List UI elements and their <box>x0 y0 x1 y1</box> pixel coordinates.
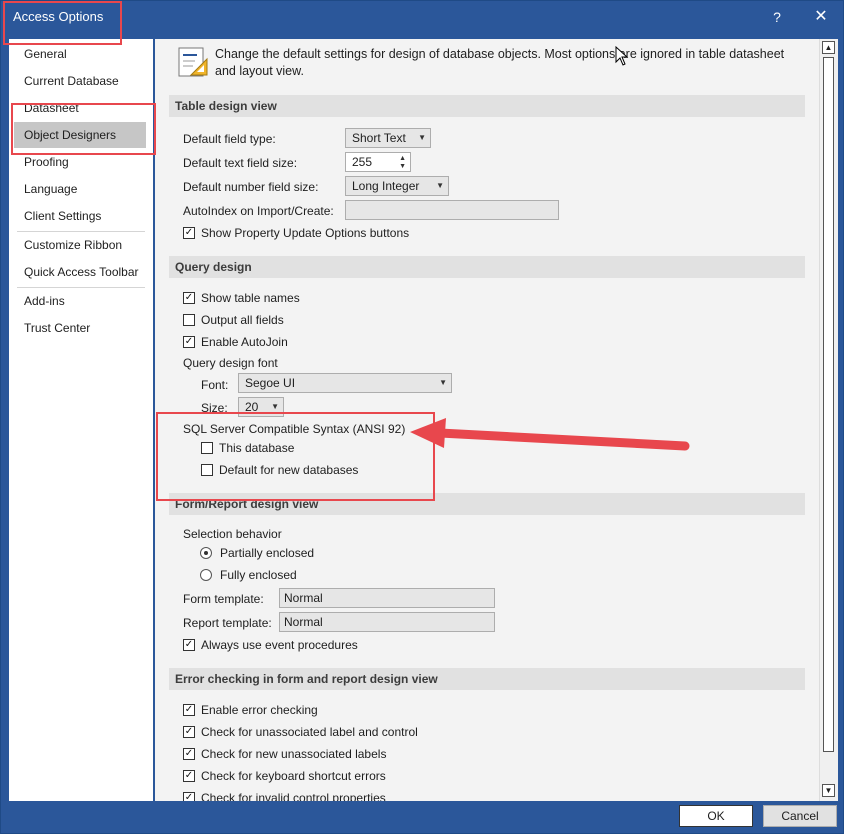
report-template-field[interactable]: Normal <box>279 612 495 632</box>
field-type-dropdown[interactable]: Short Text ▼ <box>345 128 431 148</box>
enable-autojoin-checkbox[interactable]: ✓ <box>183 336 195 348</box>
mouse-pointer-icon <box>615 45 629 66</box>
partially-enclosed-radio[interactable] <box>200 547 212 559</box>
autoindex-label: AutoIndex on Import/Create: <box>183 204 334 218</box>
form-template-label: Form template: <box>183 592 264 606</box>
section-header-error-checking: Error checking in form and report design… <box>169 668 805 690</box>
invalid-properties-checkbox[interactable]: ✓ <box>183 792 195 801</box>
sidebar-item-client-settings[interactable]: Client Settings <box>9 203 153 229</box>
field-type-value: Short Text <box>352 131 406 145</box>
number-size-label: Default number field size: <box>183 180 319 194</box>
selection-behavior-label: Selection behavior <box>183 527 282 541</box>
keyboard-shortcut-checkbox[interactable]: ✓ <box>183 770 195 782</box>
report-template-label: Report template: <box>183 616 272 630</box>
text-size-value: 255 <box>352 155 373 169</box>
fully-enclosed-label: Fully enclosed <box>220 568 297 582</box>
enable-autojoin-label: Enable AutoJoin <box>201 335 288 349</box>
annotation-arrow-icon <box>410 418 690 451</box>
unassociated-checkbox[interactable]: ✓ <box>183 726 195 738</box>
show-table-names-checkbox[interactable]: ✓ <box>183 292 195 304</box>
number-size-value: Long Integer <box>352 179 420 193</box>
cancel-button[interactable]: Cancel <box>763 805 837 827</box>
ok-button[interactable]: OK <box>679 805 753 827</box>
partially-enclosed-label: Partially enclosed <box>220 546 315 560</box>
query-font-group-label: Query design font <box>183 356 278 370</box>
form-template-field[interactable]: Normal <box>279 588 495 608</box>
title-bar: Access Options ? ✕ <box>1 1 843 33</box>
spinner-arrows-icon: ▲ ▼ <box>399 155 406 170</box>
field-type-label: Default field type: <box>183 132 276 146</box>
annotation-box-sql <box>156 412 435 501</box>
keyboard-shortcut-label: Check for keyboard shortcut errors <box>201 769 386 783</box>
sidebar-item-customize-ribbon[interactable]: Customize Ribbon <box>9 232 153 258</box>
close-button[interactable]: ✕ <box>809 6 833 28</box>
sidebar-item-quick-access-toolbar[interactable]: Quick Access Toolbar <box>9 259 153 285</box>
enable-error-checking-checkbox[interactable]: ✓ <box>183 704 195 716</box>
new-unassociated-checkbox[interactable]: ✓ <box>183 748 195 760</box>
scroll-up-arrow-icon[interactable]: ▲ <box>822 41 835 54</box>
unassociated-label: Check for unassociated label and control <box>201 725 418 739</box>
autoindex-field[interactable] <box>345 200 559 220</box>
always-event-label: Always use event procedures <box>201 638 358 652</box>
show-property-label: Show Property Update Options buttons <box>201 226 410 240</box>
number-size-dropdown[interactable]: Long Integer ▼ <box>345 176 449 196</box>
invalid-properties-label: Check for invalid control properties <box>201 791 386 801</box>
enable-error-checking-label: Enable error checking <box>201 703 318 717</box>
output-all-fields-checkbox[interactable] <box>183 314 195 326</box>
section-header-query-design: Query design <box>169 256 805 278</box>
show-property-checkbox[interactable]: ✓ <box>183 227 195 239</box>
scroll-thumb[interactable] <box>823 57 834 752</box>
annotation-box-title <box>3 1 122 45</box>
query-font-dropdown[interactable]: Segoe UI ▼ <box>238 373 452 393</box>
sidebar-item-add-ins[interactable]: Add-ins <box>9 288 153 314</box>
sidebar-item-current-database[interactable]: Current Database <box>9 68 153 94</box>
always-event-checkbox[interactable]: ✓ <box>183 639 195 651</box>
text-size-spinner[interactable]: 255 ▲ ▼ <box>345 152 411 172</box>
text-size-label: Default text field size: <box>183 156 298 170</box>
vertical-scrollbar[interactable]: ▲ ▼ <box>819 39 838 801</box>
help-button[interactable]: ? <box>767 7 787 27</box>
intro-text: Change the default settings for design o… <box>215 47 785 78</box>
annotation-box-nav <box>11 103 156 155</box>
fully-enclosed-radio[interactable] <box>200 569 212 581</box>
output-all-fields-label: Output all fields <box>201 313 284 327</box>
section-header-table-design: Table design view <box>169 95 805 117</box>
chevron-down-icon: ▼ <box>436 181 444 190</box>
scroll-down-arrow-icon[interactable]: ▼ <box>822 784 835 797</box>
chevron-down-icon: ▼ <box>418 133 426 142</box>
chevron-down-icon: ▼ <box>439 378 447 387</box>
design-tools-icon <box>178 47 208 77</box>
sidebar-item-language[interactable]: Language <box>9 176 153 202</box>
show-table-names-label: Show table names <box>201 291 300 305</box>
new-unassociated-label: Check for new unassociated labels <box>201 747 387 761</box>
query-font-value: Segoe UI <box>245 376 296 390</box>
sidebar-item-trust-center[interactable]: Trust Center <box>9 315 153 341</box>
font-label: Font: <box>201 378 229 392</box>
